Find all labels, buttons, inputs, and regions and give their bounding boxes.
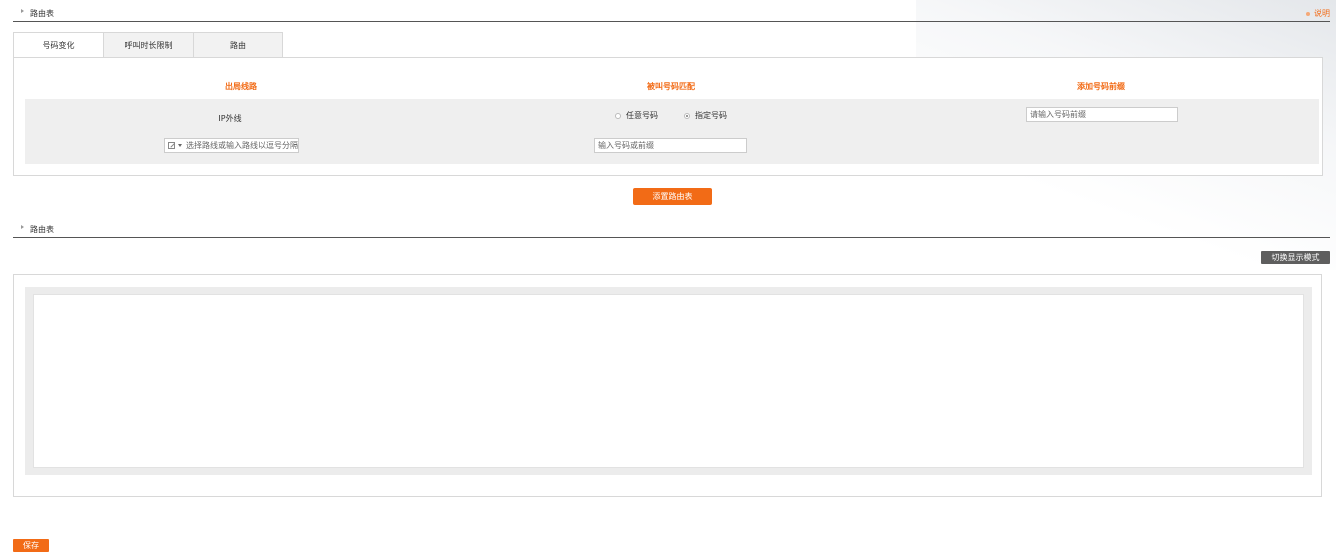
radio-any-number[interactable]: 任意号码: [615, 110, 658, 121]
triangle-right-icon: [21, 9, 24, 13]
tab-call-duration-limit[interactable]: 呼叫时长限制: [103, 32, 193, 58]
route-select[interactable]: 选择路线或输入路线以逗号分隔: [164, 138, 299, 153]
tab-number-change[interactable]: 号码变化: [13, 32, 103, 58]
help-label: 说明: [1314, 9, 1330, 18]
caret-down-icon: [178, 144, 182, 147]
column-header-add-prefix: 添加号码前缀: [1077, 82, 1125, 91]
toggle-display-mode-button[interactable]: 切换显示模式: [1261, 251, 1330, 264]
radio-specified-label: 指定号码: [695, 111, 727, 120]
prefix-input[interactable]: 请输入号码前缀: [1026, 107, 1178, 122]
section-header-route-table-list: 路由表: [13, 222, 1330, 238]
tab-bar: 号码变化 呼叫时长限制 路由: [13, 32, 283, 58]
section-title: 路由表: [30, 9, 54, 18]
save-button[interactable]: 保存: [13, 539, 49, 552]
number-or-prefix-input[interactable]: 输入号码或前缀: [594, 138, 747, 153]
prefix-input-placeholder: 请输入号码前缀: [1030, 110, 1086, 119]
section-title: 路由表: [30, 225, 54, 234]
outbound-line-name: IP外线: [218, 114, 242, 123]
radio-specified-number[interactable]: 指定号码: [684, 110, 727, 121]
column-header-called-match: 被叫号码匹配: [647, 82, 695, 91]
section-header-route-table: 路由表 说明: [13, 6, 1330, 22]
help-link[interactable]: 说明: [1306, 8, 1330, 19]
route-table-content: [33, 294, 1304, 468]
route-table-frame: [25, 287, 1312, 475]
radio-checked-icon: [684, 112, 690, 119]
number-input-placeholder: 输入号码或前缀: [598, 141, 654, 150]
info-dot-icon: [1306, 11, 1310, 16]
radio-any-label: 任意号码: [626, 111, 658, 120]
match-mode-radio-group: 任意号码 指定号码: [615, 110, 727, 121]
triangle-right-icon: [21, 225, 24, 229]
radio-unchecked-icon: [615, 112, 621, 119]
route-select-placeholder: 选择路线或输入路线以逗号分隔: [186, 141, 298, 150]
tab-route[interactable]: 路由: [193, 32, 283, 58]
add-route-button[interactable]: 添置路由表: [633, 188, 712, 205]
column-header-outbound-line: 出局线路: [225, 82, 257, 91]
route-table-panel: [13, 274, 1322, 497]
edit-icon: [168, 142, 175, 149]
